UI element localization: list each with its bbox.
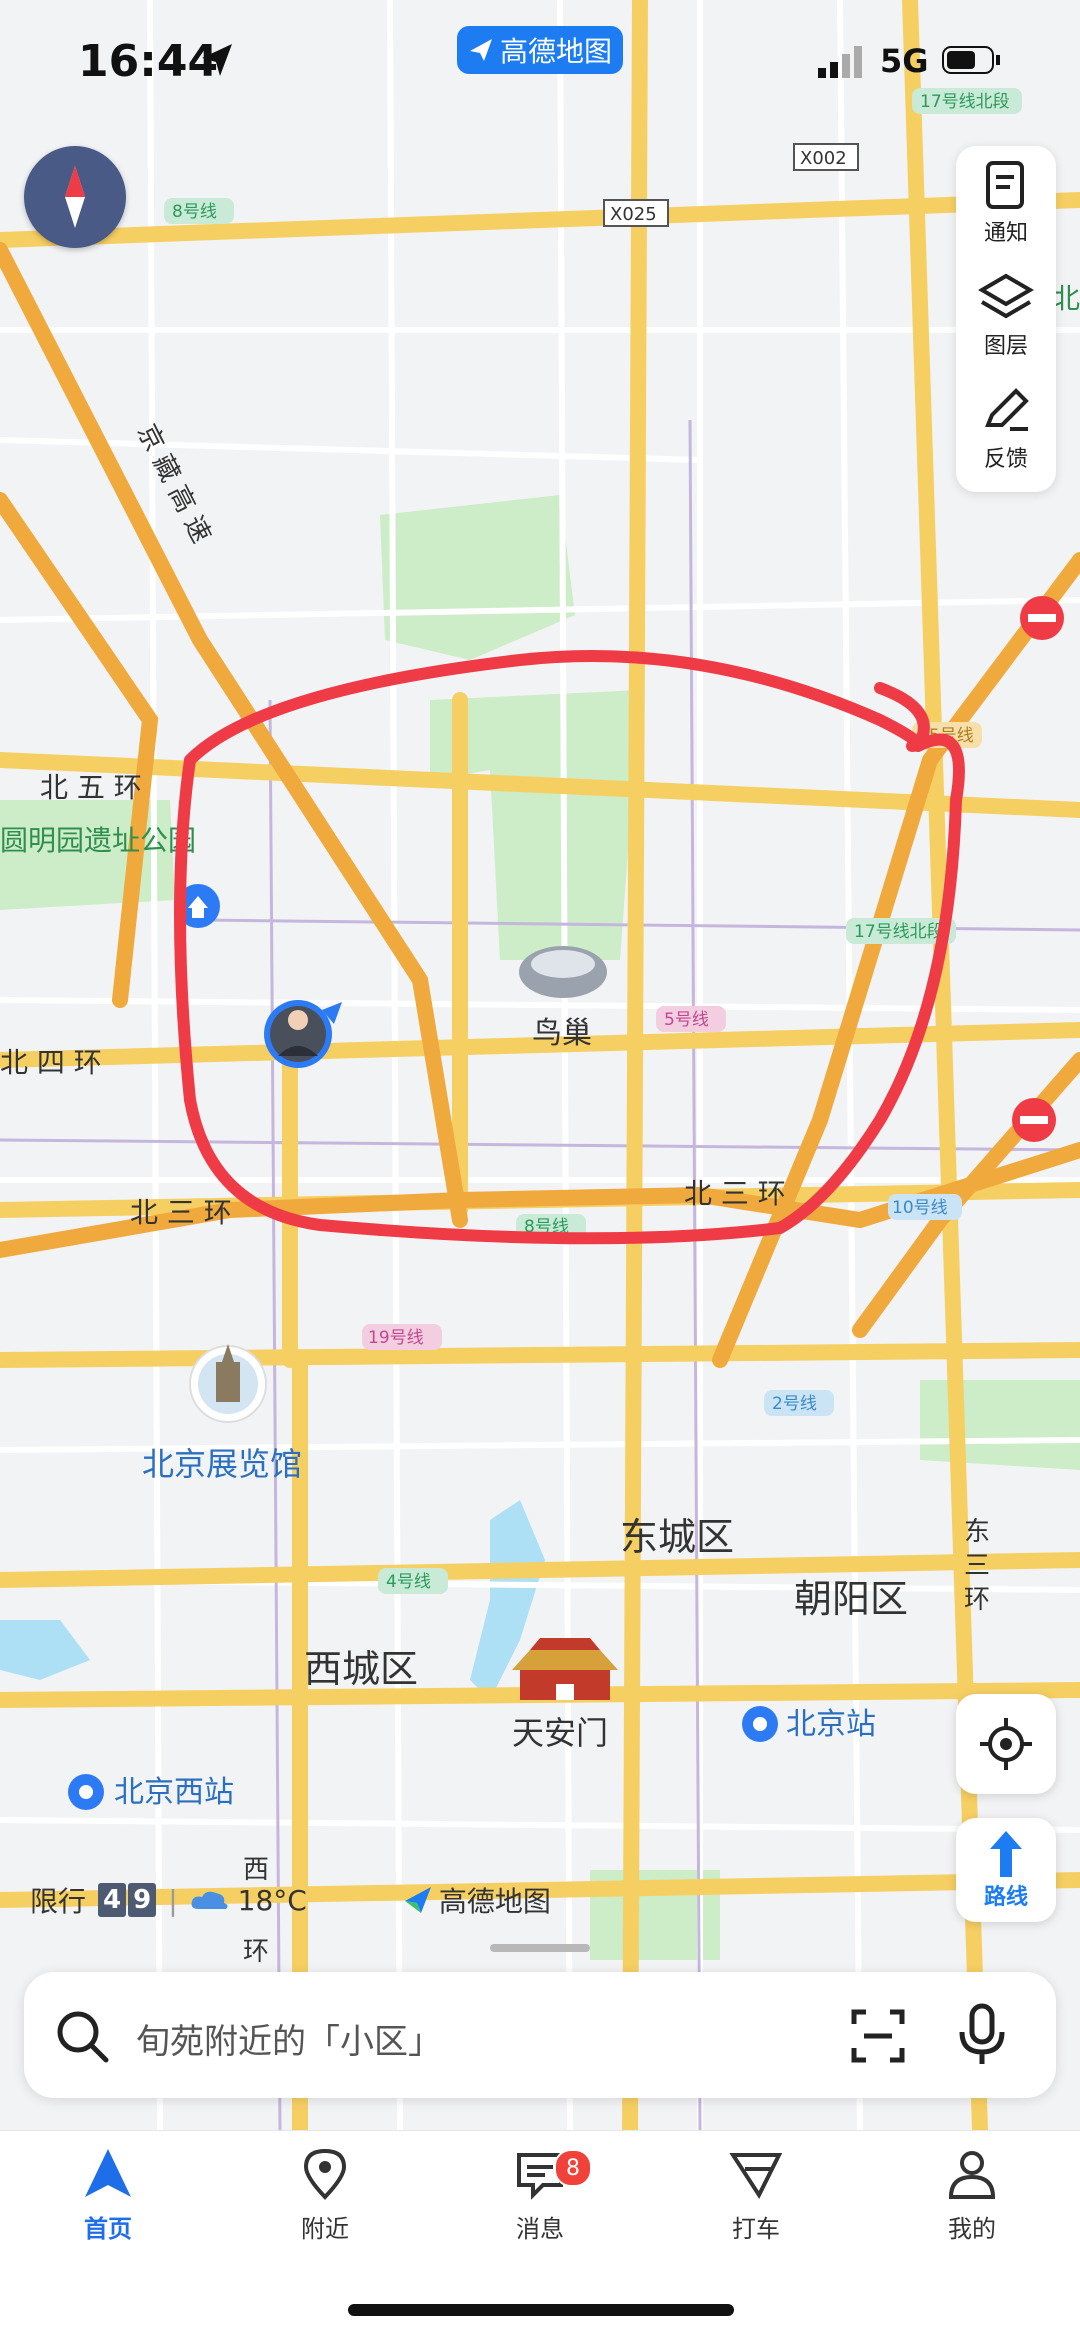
app-pill-label: 高德地图 <box>499 35 612 68</box>
district-dongcheng: 东城区 <box>620 1515 734 1559</box>
brand-label: 高德地图 <box>438 1885 551 1918</box>
drawer-handle[interactable] <box>490 1944 590 1952</box>
metro-badge-17-b: 17号线北段 <box>854 922 944 942</box>
message-badge: 8 <box>554 2149 592 2187</box>
divider: | <box>168 1883 178 1917</box>
road-label-west-2nd-ring-2: 环 <box>243 1937 269 1967</box>
metro-badge-2: 2号线 <box>772 1394 817 1414</box>
location-pin-icon <box>303 2148 347 2200</box>
place-tiananmen[interactable]: 天安门 <box>512 1714 608 1752</box>
tab-nearby-label: 附近 <box>301 2215 349 2243</box>
feedback-label: 反馈 <box>983 446 1028 472</box>
search-input[interactable]: 旬苑附近的「小区」 <box>136 2014 442 2063</box>
exhibition-hall-marker[interactable] <box>189 1344 267 1423</box>
road-label-north-4th-ring: 北 四 环 <box>0 1046 102 1079</box>
shield-x025-text: X025 <box>610 204 657 225</box>
road-label-north-5th-ring: 北 五 环 <box>40 771 142 804</box>
map-tools-panel: 通知 图层 反馈 <box>956 146 1056 492</box>
green-area-east <box>920 1380 1080 1470</box>
plate-digit-1: 4 <box>98 1883 127 1917</box>
taxi-icon <box>729 2153 783 2200</box>
tab-home-label: 首页 <box>84 2215 132 2243</box>
place-birds-nest[interactable]: 鸟巢 <box>532 1016 592 1051</box>
road-label-east-3rd-ring: 东 <box>964 1517 990 1547</box>
place-exhibition-hall[interactable]: 北京展览馆 <box>142 1445 302 1483</box>
app-return-pill[interactable]: 高德地图 <box>457 26 623 74</box>
tab-nearby[interactable]: 附近 <box>245 2147 405 2267</box>
road-label-east-3rd-ring-3: 环 <box>964 1585 990 1615</box>
route-label: 路线 <box>983 1885 1028 1910</box>
road-label-north-3rd-ring-east: 北 三 环 <box>684 1177 786 1210</box>
no-entry-icon[interactable] <box>1020 596 1064 640</box>
layers-icon <box>978 273 1034 318</box>
restriction-label: 限行 <box>30 1885 87 1918</box>
battery-icon <box>942 46 1000 74</box>
layers-button[interactable]: 图层 <box>956 259 1056 372</box>
beijing-west-station-marker[interactable] <box>68 1774 104 1810</box>
search-icon <box>57 2011 109 2063</box>
person-icon <box>948 2151 996 2199</box>
cloud-icon <box>191 1891 228 1909</box>
app-logo-icon <box>469 39 492 61</box>
shield-x002-text: X002 <box>800 148 847 169</box>
birds-nest-icon[interactable] <box>519 946 607 998</box>
cellular-signal-icon <box>818 46 862 78</box>
tab-taxi[interactable]: 打车 <box>676 2147 836 2267</box>
temperature: 18°C <box>237 1883 307 1917</box>
tab-taxi-label: 打车 <box>732 2215 780 2243</box>
place-yuanmingyuan[interactable]: 圆明园遗址公园 <box>0 824 196 857</box>
notification-doc-icon <box>986 160 1024 209</box>
feedback-button[interactable]: 反馈 <box>956 372 1056 485</box>
metro-badge-10: 10号线 <box>892 1198 948 1218</box>
tab-messages[interactable]: 消息 8 <box>460 2147 620 2267</box>
place-beijing-station[interactable]: 北京站 <box>786 1707 876 1742</box>
road-label-north-3rd-ring-west: 北 三 环 <box>130 1196 232 1229</box>
route-button[interactable]: 路线 <box>956 1818 1056 1922</box>
status-bar: 16:44 高德地图 5G <box>0 0 1080 120</box>
notify-label: 通知 <box>983 220 1028 246</box>
metro-badge-8-north: 8号线 <box>172 202 217 222</box>
info-strip: 限行 4 9 | 18°C 高德地图 <box>30 1880 551 1920</box>
home-arrow-icon <box>85 2149 131 2197</box>
network-type: 5G <box>880 42 929 80</box>
crosshair-icon <box>980 1718 1032 1770</box>
map-canvas[interactable]: 京 藏 高 速 北 五 环 北 四 环 北 三 环 北 三 环 东 三 环 西 … <box>0 0 1080 2130</box>
route-arrow-icon <box>990 1831 1022 1877</box>
road-label-east-3rd-ring-2: 三 <box>964 1551 990 1581</box>
metro-badge-4: 4号线 <box>386 1572 431 1592</box>
tab-me-label: 我的 <box>948 2215 996 2243</box>
pen-edit-icon <box>985 387 1029 431</box>
scan-icon[interactable] <box>850 2008 906 2064</box>
compass-icon <box>65 166 85 228</box>
no-entry-icon-2[interactable] <box>1012 1098 1056 1142</box>
tab-home[interactable]: 首页 <box>28 2147 188 2267</box>
plate-digit-2: 9 <box>128 1883 157 1917</box>
layers-label: 图层 <box>983 333 1028 359</box>
location-arrow-icon <box>202 44 232 76</box>
search-bar[interactable]: 旬苑附近的「小区」 <box>24 1972 1056 2098</box>
compass-button[interactable] <box>24 146 126 248</box>
district-chaoyang: 朝阳区 <box>794 1577 908 1621</box>
gaode-logo-icon <box>404 1887 431 1913</box>
district-xicheng: 西城区 <box>304 1647 418 1691</box>
place-north-edge: 北 <box>1052 282 1080 315</box>
locate-me-button[interactable] <box>956 1694 1056 1794</box>
tab-me[interactable]: 我的 <box>892 2147 1052 2267</box>
microphone-icon[interactable] <box>954 2002 1010 2068</box>
place-beijing-west-station[interactable]: 北京西站 <box>114 1775 234 1810</box>
metro-badge-19: 19号线 <box>368 1328 424 1348</box>
home-indicator[interactable] <box>348 2304 734 2316</box>
beijing-station-marker[interactable] <box>742 1706 778 1742</box>
metro-badge-5: 5号线 <box>664 1010 709 1030</box>
tab-messages-label: 消息 <box>516 2215 564 2243</box>
notify-button[interactable]: 通知 <box>956 146 1056 259</box>
